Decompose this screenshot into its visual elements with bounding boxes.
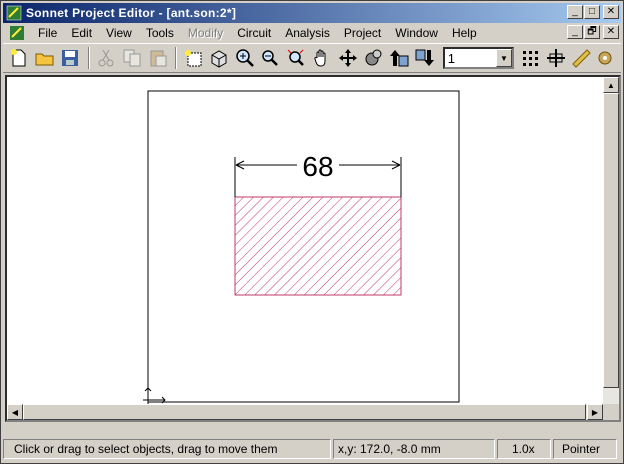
dimension-label: 68: [302, 151, 333, 182]
status-bar: Click or drag to select objects, drag to…: [3, 438, 621, 460]
title-bar[interactable]: Sonnet Project Editor - [ant.son:2*] _ □…: [3, 3, 621, 23]
paste-icon[interactable]: [146, 46, 170, 70]
doc-close-button[interactable]: ✕: [603, 25, 619, 39]
scroll-left-button[interactable]: ◀: [7, 404, 23, 420]
dimension-marker: 68: [234, 151, 402, 197]
move-icon[interactable]: [336, 46, 360, 70]
reference-icon[interactable]: [544, 46, 568, 70]
menu-window[interactable]: Window: [388, 26, 445, 40]
menu-circuit[interactable]: Circuit: [230, 26, 278, 40]
menu-bar: File Edit View Tools Modify Circuit Anal…: [3, 23, 621, 42]
scroll-right-button[interactable]: ▶: [587, 404, 603, 420]
menu-analysis[interactable]: Analysis: [278, 26, 337, 40]
level-down-icon[interactable]: [413, 46, 437, 70]
menu-modify: Modify: [187, 25, 224, 40]
doc-restore-button[interactable]: 🗗: [584, 25, 600, 39]
new-icon[interactable]: [7, 46, 31, 70]
app-window: Sonnet Project Editor - [ant.son:2*] _ □…: [0, 0, 624, 464]
level-up-icon[interactable]: [387, 46, 411, 70]
vertical-scrollbar[interactable]: ▲ ▼: [603, 77, 619, 420]
menu-view[interactable]: View: [99, 26, 139, 40]
ruler-icon[interactable]: [569, 46, 593, 70]
scroll-corner: [603, 404, 619, 420]
toolbar-separator: [88, 47, 91, 69]
cut-icon[interactable]: [94, 46, 118, 70]
scroll-up-button[interactable]: ▲: [603, 77, 619, 93]
level-select[interactable]: 1 ▼: [442, 47, 514, 69]
menu-help[interactable]: Help: [445, 26, 484, 40]
close-button[interactable]: ✕: [603, 5, 619, 19]
tool-icon[interactable]: [595, 46, 619, 70]
3d-view-icon[interactable]: [207, 46, 231, 70]
level-value: 1: [447, 50, 455, 66]
status-mode: Pointer: [553, 439, 617, 459]
grid-icon[interactable]: [518, 46, 542, 70]
drawing-canvas[interactable]: 68 ▲ ▼ ◀ ▶: [5, 75, 621, 422]
rotate-icon[interactable]: [362, 46, 386, 70]
doc-minimize-button[interactable]: _: [567, 25, 583, 39]
circuit-drawing[interactable]: 68: [7, 77, 603, 404]
document-icon[interactable]: [9, 25, 25, 41]
copy-icon[interactable]: [120, 46, 144, 70]
menu-edit[interactable]: Edit: [64, 26, 99, 40]
window-title: Sonnet Project Editor - [ant.son:2*]: [26, 6, 237, 20]
horizontal-scrollbar[interactable]: ◀ ▶: [7, 404, 603, 420]
sonnet-logo-icon: [6, 5, 22, 21]
metal-polygon[interactable]: [234, 196, 402, 296]
open-icon[interactable]: [33, 46, 57, 70]
maximize-button[interactable]: □: [584, 5, 600, 19]
vertical-scroll-thumb[interactable]: [603, 93, 619, 388]
menu-tools[interactable]: Tools: [139, 26, 181, 40]
save-icon[interactable]: [58, 46, 82, 70]
status-zoom: 1.0x: [497, 439, 551, 459]
zoom-in-icon[interactable]: [233, 46, 257, 70]
toolbar-separator: [175, 47, 178, 69]
minimize-button[interactable]: _: [567, 5, 583, 19]
main-toolbar: 1 ▼: [3, 43, 621, 73]
chevron-down-icon[interactable]: ▼: [496, 49, 512, 67]
zoom-fit-icon[interactable]: [284, 46, 308, 70]
select-box-icon[interactable]: [181, 46, 205, 70]
status-coordinates: x,y: 172.0, -8.0 mm: [333, 439, 495, 459]
horizontal-scroll-thumb[interactable]: [23, 404, 586, 420]
pan-hand-icon[interactable]: [310, 46, 334, 70]
status-hint: Click or drag to select objects, drag to…: [3, 439, 331, 459]
menu-project[interactable]: Project: [337, 26, 388, 40]
zoom-out-icon[interactable]: [259, 46, 283, 70]
menu-file[interactable]: File: [31, 26, 64, 40]
